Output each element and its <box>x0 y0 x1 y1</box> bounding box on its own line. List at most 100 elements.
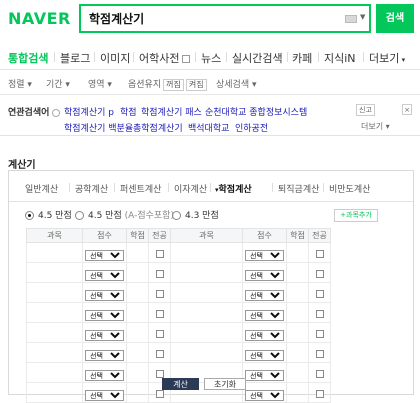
help-icon[interactable] <box>52 108 61 117</box>
scale-45-aminus-radio[interactable]: 4.5 만점 (A-점수포함) <box>75 208 174 221</box>
tab-image[interactable]: 이미지 <box>100 50 130 66</box>
scale-43-radio[interactable]: 4.3 만점 <box>172 208 219 221</box>
major-checkbox[interactable] <box>315 330 324 338</box>
reset-button[interactable]: 초기화 <box>204 378 246 390</box>
subject-input[interactable] <box>27 267 82 280</box>
score-select[interactable]: 선택 <box>245 350 284 361</box>
score-select[interactable]: 선택 <box>85 270 124 281</box>
calc-tab-bmi[interactable]: 비만도계산 <box>329 182 370 195</box>
related-link[interactable]: 학점계산기 p <box>64 105 114 118</box>
major-checkbox[interactable] <box>155 350 164 358</box>
calc-tab-percent[interactable]: 퍼센트계산 <box>120 182 161 195</box>
major-checkbox[interactable] <box>155 290 164 298</box>
tab-news[interactable]: 뉴스 <box>201 50 221 66</box>
subject-input[interactable] <box>27 307 82 320</box>
related-link[interactable]: 총학점계산기 <box>133 121 183 134</box>
related-link[interactable]: 학점 <box>120 105 137 118</box>
credit-input[interactable] <box>287 347 308 360</box>
credit-input[interactable] <box>287 327 308 340</box>
detail-search-dropdown[interactable]: 상세검색 ▾ <box>216 77 257 90</box>
major-checkbox[interactable] <box>315 310 324 318</box>
subject-input[interactable] <box>171 307 242 320</box>
credit-input[interactable] <box>287 287 308 300</box>
subject-input[interactable] <box>171 347 242 360</box>
score-select[interactable]: 선택 <box>245 330 284 341</box>
period-dropdown[interactable]: 기간 ▾ <box>46 77 70 90</box>
credit-input[interactable] <box>287 267 308 280</box>
credit-input[interactable] <box>127 327 148 340</box>
add-subject-button[interactable]: +과목추가 <box>334 209 378 222</box>
scale-45-radio[interactable]: 4.5 만점 <box>25 208 72 221</box>
major-checkbox[interactable] <box>155 250 164 258</box>
score-select[interactable]: 선택 <box>245 290 284 301</box>
chevron-down-icon[interactable]: ▼ <box>360 13 365 21</box>
keep-option-off-toggle[interactable]: 꺼짐 <box>163 79 184 91</box>
subject-input[interactable] <box>27 287 82 300</box>
related-link[interactable]: 학점계산기 패스 <box>141 105 202 118</box>
credit-input[interactable] <box>127 347 148 360</box>
credit-input[interactable] <box>127 267 148 280</box>
tab-dictionary[interactable]: 어학사전 <box>139 50 191 66</box>
score-select[interactable]: 선택 <box>85 330 124 341</box>
subject-input[interactable] <box>27 247 82 260</box>
calc-tab-engineering[interactable]: 공학계산 <box>75 182 108 195</box>
major-checkbox[interactable] <box>155 330 164 338</box>
credit-input[interactable] <box>127 387 148 400</box>
calculate-button[interactable]: 계산 <box>162 378 199 390</box>
calc-tab-severance[interactable]: 퇴직금계산 <box>278 182 319 195</box>
credit-input[interactable] <box>127 247 148 260</box>
subject-input[interactable] <box>27 367 82 380</box>
score-select[interactable]: 선택 <box>85 290 124 301</box>
credit-input[interactable] <box>287 247 308 260</box>
subject-input[interactable] <box>171 267 242 280</box>
credit-input[interactable] <box>127 307 148 320</box>
major-checkbox[interactable] <box>315 370 324 378</box>
credit-input[interactable] <box>287 387 308 400</box>
credit-input[interactable] <box>287 367 308 380</box>
subject-input[interactable] <box>171 247 242 260</box>
major-checkbox[interactable] <box>315 250 324 258</box>
score-select[interactable]: 선택 <box>85 250 124 261</box>
tab-blog[interactable]: 블로그 <box>60 50 90 66</box>
related-link[interactable]: 백석대학교 <box>188 121 229 134</box>
keyboard-icon[interactable] <box>345 15 357 23</box>
credit-input[interactable] <box>287 307 308 320</box>
major-checkbox[interactable] <box>155 390 164 398</box>
tab-cafe[interactable]: 카페 <box>292 50 312 66</box>
keep-option-on-toggle[interactable]: 켜짐 <box>185 79 207 91</box>
close-icon[interactable]: × <box>402 104 412 115</box>
subject-input[interactable] <box>27 347 82 360</box>
sort-dropdown[interactable]: 정렬 ▾ <box>8 77 32 90</box>
tab-kin[interactable]: 지식iN <box>324 50 356 66</box>
score-select[interactable]: 선택 <box>85 370 124 381</box>
score-select[interactable]: 선택 <box>245 270 284 281</box>
calc-tab-general[interactable]: 일반계산 <box>25 182 58 195</box>
naver-logo[interactable]: NAVER <box>8 9 71 28</box>
subject-input[interactable] <box>171 327 242 340</box>
score-select[interactable]: 선택 <box>85 390 124 401</box>
score-select[interactable]: 선택 <box>245 310 284 321</box>
major-checkbox[interactable] <box>315 390 324 398</box>
major-checkbox[interactable] <box>315 290 324 298</box>
subject-input[interactable] <box>171 287 242 300</box>
subject-input[interactable] <box>27 327 82 340</box>
major-checkbox[interactable] <box>315 350 324 358</box>
score-select[interactable]: 선택 <box>245 390 284 401</box>
major-checkbox[interactable] <box>155 370 164 378</box>
tab-more[interactable]: 더보기 ▾ <box>369 50 405 66</box>
credit-input[interactable] <box>127 287 148 300</box>
calc-tab-grade[interactable]: ▾학점계산 <box>215 182 252 195</box>
calc-tab-interest[interactable]: 이자계산 <box>174 182 207 195</box>
search-input[interactable] <box>81 6 331 31</box>
related-link[interactable]: 학점계산기 백분율 <box>64 121 133 134</box>
report-button[interactable]: 신고 <box>356 104 375 116</box>
score-select[interactable]: 선택 <box>85 350 124 361</box>
major-checkbox[interactable] <box>155 270 164 278</box>
related-link[interactable]: 인하공전 <box>235 121 268 134</box>
related-more-button[interactable]: 더보기 ▾ <box>361 121 390 132</box>
major-checkbox[interactable] <box>155 310 164 318</box>
score-select[interactable]: 선택 <box>85 310 124 321</box>
credit-input[interactable] <box>127 367 148 380</box>
major-checkbox[interactable] <box>315 270 324 278</box>
score-select[interactable]: 선택 <box>245 370 284 381</box>
